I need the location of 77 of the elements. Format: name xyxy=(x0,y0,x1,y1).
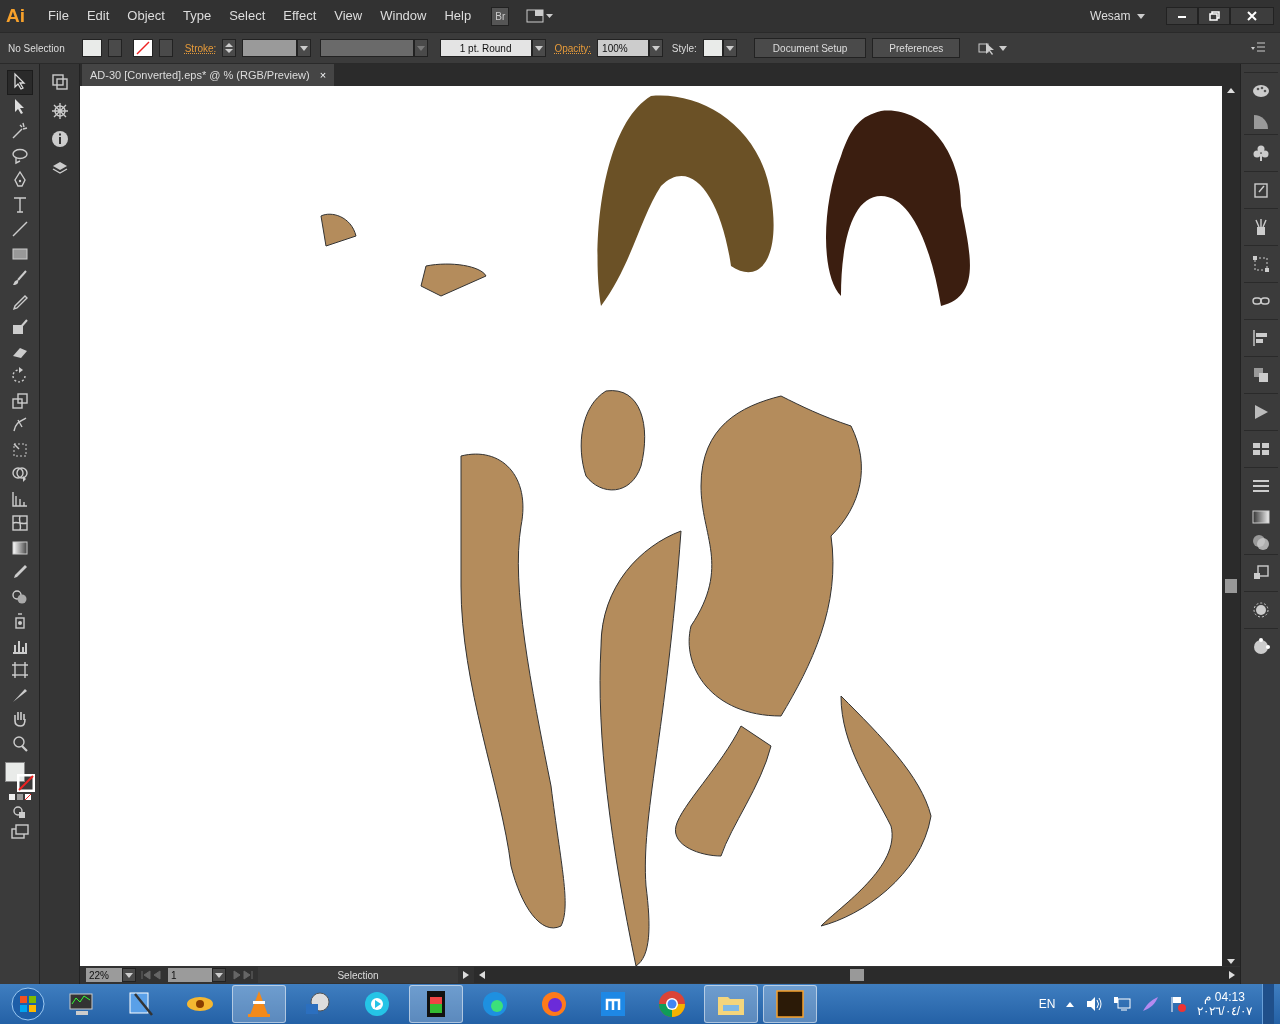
caret-icon xyxy=(214,971,224,979)
fill-swatch[interactable] xyxy=(81,39,102,57)
transform-box-icon xyxy=(1250,254,1271,274)
show-desktop-button[interactable] xyxy=(1262,984,1274,1024)
artboard-icon xyxy=(9,660,30,681)
document-title: AD-30 [Converted].eps* @ % (RGB/Preview) xyxy=(90,67,310,83)
clock-date: ٢٠٢٦/٠٤/٠٧ xyxy=(1197,1004,1252,1019)
stroke-weight-spinner[interactable] xyxy=(222,39,237,57)
clock[interactable]: 04:13 م ٢٠٢٦/٠٤/٠٧ xyxy=(1197,989,1252,1019)
stroke-none-icon xyxy=(16,773,35,792)
mesh-icon xyxy=(9,513,30,534)
stroke-weight-field[interactable] xyxy=(242,39,312,57)
vertical-scrollbar[interactable] xyxy=(1222,86,1240,966)
clock-time: 04:13 م xyxy=(1204,989,1245,1004)
restore-icon[interactable] xyxy=(1208,10,1220,22)
caret-icon xyxy=(299,44,310,52)
scroll-up-arrow-icon xyxy=(1226,86,1236,94)
caret-icon xyxy=(124,971,134,979)
menu-item[interactable]: Type xyxy=(173,4,221,28)
taskbar-app-button[interactable] xyxy=(763,985,817,1023)
symbol-wheel-icon xyxy=(49,100,70,121)
caret-icon xyxy=(533,44,544,52)
caret-icon xyxy=(724,44,735,52)
scroll-down-arrow-icon xyxy=(1226,958,1236,966)
scale-icon xyxy=(9,390,30,411)
flag-icon[interactable] xyxy=(1169,995,1188,1013)
bridge-button[interactable]: Br xyxy=(491,6,510,26)
taskbar-app-button[interactable] xyxy=(409,985,463,1023)
app-logo: Ai xyxy=(6,3,25,28)
status-tool-dropdown[interactable]: Selection xyxy=(258,967,458,983)
appearance-circle-icon xyxy=(1250,600,1271,620)
menu-item[interactable]: Edit xyxy=(77,4,119,28)
scroll-right-arrow-icon[interactable] xyxy=(1228,970,1236,980)
up-caret-icon[interactable] xyxy=(1065,1000,1076,1008)
chrome-ball-icon xyxy=(656,988,688,1020)
start-orb-icon xyxy=(10,986,46,1022)
menu-item[interactable]: Window xyxy=(371,4,436,28)
menu-item[interactable]: Select xyxy=(220,4,275,28)
restore-button[interactable] xyxy=(1198,7,1230,25)
minimize-button[interactable] xyxy=(1166,7,1198,25)
language-indicator[interactable]: EN xyxy=(1038,995,1056,1013)
scroll-thumb[interactable] xyxy=(1225,579,1237,593)
menu-item[interactable]: File xyxy=(39,4,78,28)
scroll-thumb[interactable] xyxy=(850,969,864,981)
scroll-left-arrow-icon[interactable] xyxy=(478,970,486,980)
stroke-label[interactable]: Stroke: xyxy=(184,40,217,56)
shape-builder-icon xyxy=(9,464,30,485)
toolbar-button[interactable]: Preferences xyxy=(872,38,961,58)
selection-status: No Selection xyxy=(8,41,65,56)
opacity-label[interactable]: Opacity: xyxy=(554,40,592,56)
workspace-dropdown[interactable]: Wesam xyxy=(1081,5,1155,27)
ai-app-icon xyxy=(774,988,806,1020)
horizontal-scrollbar[interactable] xyxy=(474,967,1240,983)
close-button[interactable] xyxy=(1230,7,1274,25)
color-mode-icon xyxy=(7,791,32,802)
network-icon[interactable] xyxy=(1113,996,1132,1012)
arrange-documents-icon xyxy=(49,72,70,93)
style-dropdown[interactable] xyxy=(702,39,737,57)
info-icon xyxy=(49,129,70,150)
variable-width-dropdown[interactable] xyxy=(320,39,429,57)
tool-button[interactable] xyxy=(6,70,33,95)
status-menu-arrow-icon[interactable] xyxy=(462,970,470,980)
close-icon[interactable] xyxy=(1246,10,1258,22)
caret-icon xyxy=(651,44,662,52)
menu-item[interactable]: Help xyxy=(435,4,481,28)
document-tab[interactable]: AD-30 [Converted].eps* @ % (RGB/Preview) × xyxy=(82,63,335,86)
toolbar-button[interactable]: Document Setup xyxy=(753,38,867,58)
menu-item[interactable]: View xyxy=(325,4,372,28)
style-label: Style: xyxy=(671,41,697,56)
stroke-swatch[interactable] xyxy=(133,39,154,57)
menu-item[interactable]: Effect xyxy=(274,4,326,28)
speaker-icon[interactable] xyxy=(1085,996,1104,1012)
screen-mode-icon xyxy=(9,821,30,842)
close-tab-button[interactable]: × xyxy=(319,66,327,83)
menu-item[interactable]: Object xyxy=(118,4,174,28)
caret-icon xyxy=(1136,12,1146,20)
caret-icon xyxy=(416,44,427,52)
